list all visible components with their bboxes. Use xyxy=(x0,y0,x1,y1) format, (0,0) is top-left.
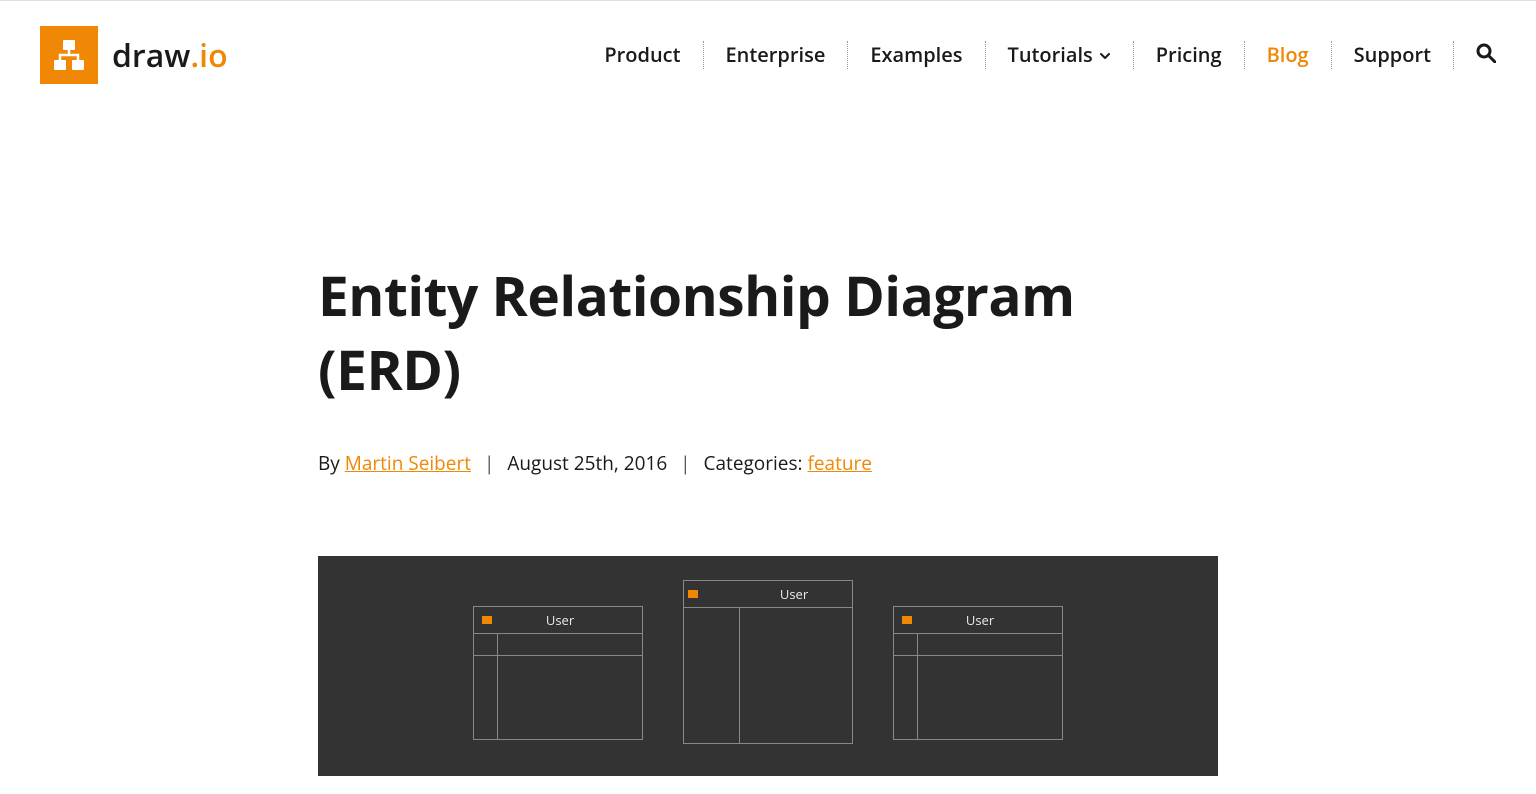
erd-col xyxy=(498,634,642,739)
erd-row xyxy=(894,634,917,656)
article-date: August 25th, 2016 xyxy=(507,450,667,476)
erd-col xyxy=(740,608,852,743)
nav-tutorials-label: Tutorials xyxy=(1008,45,1093,65)
nav-tutorials[interactable]: Tutorials xyxy=(986,45,1133,65)
meta-separator: | xyxy=(680,450,690,476)
erd-col xyxy=(894,634,918,739)
author-link[interactable]: Martin Seibert xyxy=(345,450,471,476)
hero-diagram-image: User User xyxy=(318,556,1218,776)
category-link[interactable]: feature xyxy=(807,450,871,476)
nav-examples[interactable]: Examples xyxy=(848,45,984,65)
logo-text: draw.io xyxy=(112,34,228,77)
article-title: Entity Relationship Diagram (ERD) xyxy=(318,259,1218,408)
meta-separator: | xyxy=(484,450,494,476)
main-nav: Product Enterprise Examples Tutorials Pr… xyxy=(582,41,1496,69)
erd-entity-body xyxy=(684,608,852,743)
erd-entity-header: User xyxy=(684,581,852,608)
nav-blog[interactable]: Blog xyxy=(1245,45,1331,65)
erd-chip-icon xyxy=(688,590,698,598)
logo-link[interactable]: draw.io xyxy=(40,26,228,84)
logo-suffix: .io xyxy=(190,34,227,77)
erd-chip-icon xyxy=(902,616,912,624)
erd-row xyxy=(474,634,497,656)
erd-col xyxy=(684,608,740,743)
erd-row xyxy=(498,634,642,656)
erd-entity-body xyxy=(474,634,642,739)
search-icon[interactable] xyxy=(1454,43,1496,68)
by-label: By xyxy=(318,450,345,476)
erd-entity-body xyxy=(894,634,1062,739)
nav-support[interactable]: Support xyxy=(1332,45,1453,65)
nav-enterprise[interactable]: Enterprise xyxy=(704,45,848,65)
categories-label: Categories: xyxy=(704,450,808,476)
logo-prefix: draw xyxy=(112,34,190,77)
nav-pricing[interactable]: Pricing xyxy=(1134,45,1244,65)
article-meta: By Martin Seibert | August 25th, 2016 | … xyxy=(318,450,1218,476)
erd-entity-title: User xyxy=(498,611,634,629)
erd-entity-title: User xyxy=(918,611,1054,629)
erd-entity-header: User xyxy=(474,607,642,634)
erd-entity: User xyxy=(893,606,1063,740)
site-header: draw.io Product Enterprise Examples Tuto… xyxy=(0,1,1536,109)
erd-entity: User xyxy=(683,580,853,744)
erd-entity-header: User xyxy=(894,607,1062,634)
article-content: Entity Relationship Diagram (ERD) By Mar… xyxy=(318,109,1218,776)
logo-icon xyxy=(40,26,98,84)
erd-entity: User xyxy=(473,606,643,740)
erd-col xyxy=(918,634,1062,739)
erd-col xyxy=(474,634,498,739)
chevron-down-icon xyxy=(1099,45,1111,65)
erd-entity-title: User xyxy=(704,585,844,603)
erd-chip-icon xyxy=(482,616,492,624)
nav-product[interactable]: Product xyxy=(582,45,702,65)
erd-row xyxy=(918,634,1062,656)
